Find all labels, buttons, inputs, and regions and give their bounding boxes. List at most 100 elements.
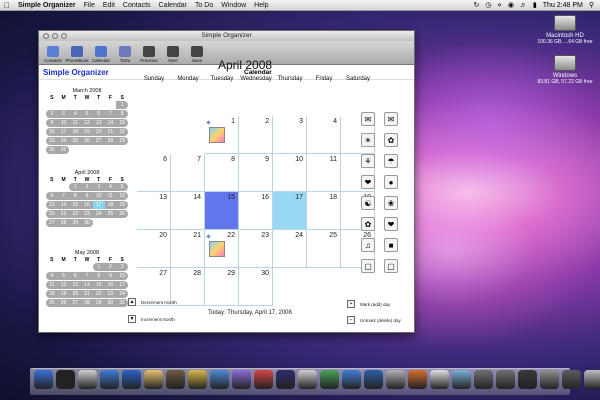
mini-day[interactable]: 21: [104, 128, 117, 136]
calendar-day-cell[interactable]: 9: [239, 154, 273, 192]
mini-day[interactable]: 10: [57, 119, 70, 127]
dock-app-icon[interactable]: [518, 370, 537, 389]
dock-app-icon[interactable]: [584, 370, 600, 389]
mini-day[interactable]: 23: [81, 210, 93, 218]
mini-day[interactable]: 20: [69, 290, 82, 298]
mini-day[interactable]: 22: [92, 290, 105, 298]
menu-calendar[interactable]: Calendar: [155, 2, 191, 9]
mini-day[interactable]: 4: [69, 110, 82, 118]
calendar-day-cell[interactable]: 11: [307, 154, 341, 192]
calendar-day-cell[interactable]: 14: [171, 192, 205, 230]
mini-day[interactable]: 31: [57, 146, 70, 154]
zoom-icon[interactable]: [61, 33, 67, 39]
desktop-icon-macintosh-hd[interactable]: Macintosh HD 100.36 GB, ...64 GB free: [535, 15, 595, 45]
mini-day[interactable]: 10: [92, 192, 105, 200]
sticker-button[interactable]: ❤: [361, 175, 375, 189]
dock-app-icon[interactable]: [232, 370, 251, 389]
toolbar-button-todo[interactable]: ToDo: [113, 46, 137, 64]
mini-day[interactable]: 22: [116, 128, 128, 136]
mini-day[interactable]: 6: [69, 272, 82, 280]
mini-day[interactable]: 18: [46, 290, 58, 298]
spotlight-icon[interactable]: ⚲: [589, 1, 594, 9]
mini-day[interactable]: 28: [57, 219, 70, 227]
sticker-button[interactable]: ✉: [361, 112, 375, 126]
bluetooth-icon[interactable]: ⋄: [497, 1, 501, 9]
dock-app-icon[interactable]: [562, 370, 581, 389]
mini-day[interactable]: 1: [92, 263, 105, 271]
calendar-day-cell[interactable]: 24: [273, 230, 307, 268]
mini-day[interactable]: 6: [46, 192, 58, 200]
dock-app-icon[interactable]: [210, 370, 229, 389]
dock-app-icon[interactable]: [342, 370, 361, 389]
dock-app-icon[interactable]: [122, 370, 141, 389]
mini-day[interactable]: 4: [104, 183, 117, 191]
dock-app-icon[interactable]: [34, 370, 53, 389]
menu-help[interactable]: Help: [250, 2, 272, 9]
mini-day[interactable]: 3: [57, 110, 70, 118]
toolbar-button-next[interactable]: Next: [161, 46, 185, 64]
dock-app-icon[interactable]: [56, 370, 75, 389]
mini-day[interactable]: 3: [116, 263, 128, 271]
mini-day[interactable]: 21: [81, 290, 93, 298]
dock-app-icon[interactable]: [496, 370, 515, 389]
mini-day[interactable]: 29: [92, 299, 105, 307]
dock-app-icon[interactable]: [254, 370, 273, 389]
mini-day[interactable]: 18: [104, 201, 117, 209]
mini-day[interactable]: 1: [69, 183, 82, 191]
calendar-day-cell[interactable]: 30: [239, 268, 273, 306]
dock-app-icon[interactable]: [78, 370, 97, 389]
sticker-button[interactable]: ■: [384, 238, 398, 252]
mini-day[interactable]: 22: [69, 210, 82, 218]
mini-day[interactable]: 17: [116, 281, 128, 289]
apple-menu-icon[interactable]: : [0, 1, 14, 10]
mini-day[interactable]: 11: [69, 119, 82, 127]
mini-day[interactable]: 16: [46, 128, 58, 136]
mini-day[interactable]: 15: [116, 119, 128, 127]
calendar-day-cell[interactable]: 21: [171, 230, 205, 268]
mini-day[interactable]: 7: [81, 272, 93, 280]
sticker-button[interactable]: ⚘: [361, 154, 375, 168]
calendar-day-cell[interactable]: 25: [307, 230, 341, 268]
sticker-button[interactable]: ❀: [384, 196, 398, 210]
increment-month-button[interactable]: ▼: [128, 315, 136, 323]
mini-day[interactable]: 1: [116, 101, 128, 109]
calendar-day-cell[interactable]: 8: [205, 154, 239, 192]
battery-icon[interactable]: ▮: [533, 1, 537, 9]
sticker-button[interactable]: ✿: [361, 217, 375, 231]
close-icon[interactable]: [43, 33, 49, 39]
calendar-day-cell[interactable]: 2: [239, 116, 273, 154]
desktop-icon-windows[interactable]: Windows 83.81 GB, 57.22 GB free: [535, 55, 595, 85]
mini-day[interactable]: 8: [69, 192, 82, 200]
dock-app-icon[interactable]: [364, 370, 383, 389]
calendar-day-cell[interactable]: 10: [273, 154, 307, 192]
toolbar-button-calendar[interactable]: Calendar: [89, 46, 113, 64]
calendar-day-cell[interactable]: 15: [205, 192, 239, 230]
mini-day[interactable]: 7: [104, 110, 117, 118]
calendar-day-cell[interactable]: 22: [205, 230, 239, 268]
toolbar-button-previous[interactable]: Previous: [137, 46, 161, 64]
mini-day[interactable]: 2: [81, 183, 93, 191]
toolbar-button-save[interactable]: Save: [185, 46, 209, 64]
dock-app-icon[interactable]: [298, 370, 317, 389]
menu-clock[interactable]: Thu 2:48 PM: [543, 2, 583, 9]
calendar-day-cell[interactable]: 18: [307, 192, 341, 230]
mini-day[interactable]: 12: [57, 281, 70, 289]
mini-day[interactable]: 17: [92, 201, 105, 209]
mini-day[interactable]: 14: [104, 119, 117, 127]
dock-app-icon[interactable]: [474, 370, 493, 389]
mini-day[interactable]: 5: [116, 183, 128, 191]
menu-contacts[interactable]: Contacts: [119, 2, 155, 9]
mini-day[interactable]: 13: [46, 201, 58, 209]
mini-day[interactable]: 11: [46, 281, 58, 289]
mini-day[interactable]: 16: [104, 281, 117, 289]
unmark-day-button[interactable]: −: [347, 316, 355, 324]
mini-day[interactable]: 12: [116, 192, 128, 200]
calendar-day-cell[interactable]: 29: [205, 268, 239, 306]
sticker-button[interactable]: ▢: [361, 259, 375, 273]
mini-day[interactable]: 2: [46, 110, 58, 118]
dock-app-icon[interactable]: [408, 370, 427, 389]
mini-day[interactable]: 16: [81, 201, 93, 209]
mini-day[interactable]: 25: [104, 210, 117, 218]
sticker-button[interactable]: ✿: [384, 133, 398, 147]
sticker-button[interactable]: ☯: [361, 196, 375, 210]
